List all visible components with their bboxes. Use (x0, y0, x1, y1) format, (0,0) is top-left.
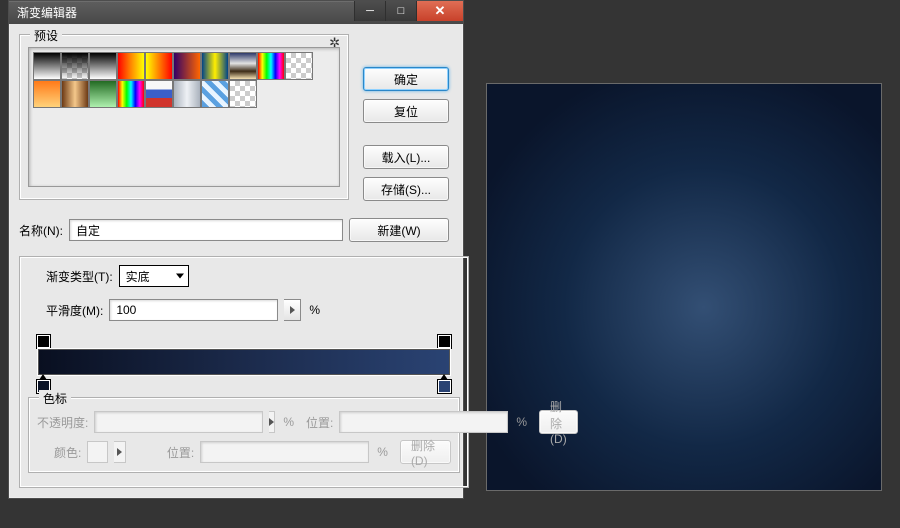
location-label-2: 位置: (167, 444, 194, 461)
color-stop-right[interactable] (438, 380, 451, 393)
dialog-body: 确定 复位 载入(L)... 存储(S)... 预设 ✲ (9, 24, 463, 498)
maximize-button[interactable]: □ (385, 1, 416, 21)
minimize-button[interactable]: ─ (354, 1, 385, 21)
titlebar[interactable]: 渐变编辑器 ─ □ ✕ (9, 1, 463, 24)
presets-well[interactable] (28, 47, 340, 187)
close-button[interactable]: ✕ (416, 1, 463, 21)
gradient-type-value: 实底 (126, 268, 150, 285)
window-buttons: ─ □ ✕ (354, 1, 463, 24)
opacity-stop-left[interactable] (37, 335, 50, 348)
presets-legend: 预设 (30, 27, 62, 44)
gradient-editor-dialog: 渐变编辑器 ─ □ ✕ 确定 复位 载入(L)... 存储(S)... 预设 ✲ (8, 0, 464, 499)
preset-swatch[interactable] (33, 52, 61, 80)
smoothness-step-button[interactable] (284, 299, 301, 321)
window-title: 渐变编辑器 (9, 4, 354, 21)
percent-label: % (516, 415, 527, 429)
maximize-icon: □ (398, 5, 405, 17)
preset-swatch[interactable] (229, 80, 257, 108)
location-label-1: 位置: (306, 414, 333, 431)
name-row: 名称(N): 新建(W) (19, 218, 449, 242)
opacity-input (94, 411, 263, 433)
preset-swatch[interactable] (61, 52, 89, 80)
preset-swatch[interactable] (33, 80, 61, 108)
gradient-type-label: 渐变类型(T): (46, 268, 113, 285)
color-step-button (114, 441, 126, 463)
color-label: 颜色: (37, 444, 81, 461)
opacity-step-button (269, 411, 275, 433)
percent-label: % (309, 303, 320, 317)
opacity-row: 不透明度: % 位置: % 删除(D) (37, 410, 451, 434)
ok-button[interactable]: 确定 (363, 67, 449, 91)
percent-label: % (283, 415, 294, 429)
preset-swatch[interactable] (89, 80, 117, 108)
delete-opacity-stop-button: 删除(D) (539, 410, 578, 434)
color-row: 颜色: 位置: % 删除(D) (37, 440, 451, 464)
triangle-right-icon (290, 306, 295, 314)
opacity-stop-right[interactable] (438, 335, 451, 348)
triangle-right-icon (117, 448, 122, 456)
name-input[interactable] (69, 219, 343, 241)
preset-swatch[interactable] (173, 52, 201, 80)
opacity-location-input (339, 411, 508, 433)
preset-swatch[interactable] (257, 52, 285, 80)
gradient-bar[interactable] (38, 349, 450, 375)
stops-legend: 色标 (39, 390, 71, 407)
smoothness-row: 平滑度(M): % (46, 299, 460, 321)
preset-swatch-grid (33, 52, 335, 108)
save-button[interactable]: 存储(S)... (363, 177, 449, 201)
gradient-settings-fieldset: 渐变类型(T): 实底 平滑度(M): % 色标 (19, 256, 469, 488)
preset-swatch[interactable] (201, 80, 229, 108)
preset-swatch[interactable] (285, 52, 313, 80)
preset-swatch[interactable] (145, 52, 173, 80)
triangle-right-icon (269, 418, 274, 426)
preset-swatch[interactable] (173, 80, 201, 108)
preset-swatch[interactable] (229, 52, 257, 80)
preset-swatch[interactable] (201, 52, 229, 80)
opacity-label: 不透明度: (37, 414, 88, 431)
new-button[interactable]: 新建(W) (349, 218, 449, 242)
load-button[interactable]: 载入(L)... (363, 145, 449, 169)
cancel-button[interactable]: 复位 (363, 99, 449, 123)
stops-fieldset: 色标 不透明度: % 位置: % 删除(D) 颜色: (28, 397, 460, 473)
close-icon: ✕ (435, 3, 446, 19)
preset-swatch[interactable] (145, 80, 173, 108)
preset-swatch[interactable] (61, 80, 89, 108)
color-location-input (200, 441, 369, 463)
action-column: 确定 复位 载入(L)... 存储(S)... (363, 67, 449, 201)
delete-color-stop-button: 删除(D) (400, 440, 451, 464)
smoothness-label: 平滑度(M): (46, 302, 103, 319)
presets-menu-icon[interactable]: ✲ (329, 35, 340, 51)
minimize-icon: ─ (366, 5, 374, 17)
smoothness-input[interactable] (109, 299, 278, 321)
preset-swatch[interactable] (89, 52, 117, 80)
gradient-type-row: 渐变类型(T): 实底 (46, 265, 460, 287)
gradient-type-select[interactable]: 实底 (119, 265, 189, 287)
presets-fieldset: 预设 ✲ (19, 34, 349, 200)
chevron-down-icon (176, 274, 184, 279)
preset-swatch[interactable] (117, 80, 145, 108)
color-chip (87, 441, 108, 463)
name-label: 名称(N): (19, 222, 63, 239)
gradient-ramp[interactable] (38, 335, 450, 393)
preset-swatch[interactable] (117, 52, 145, 80)
percent-label: % (377, 445, 388, 459)
